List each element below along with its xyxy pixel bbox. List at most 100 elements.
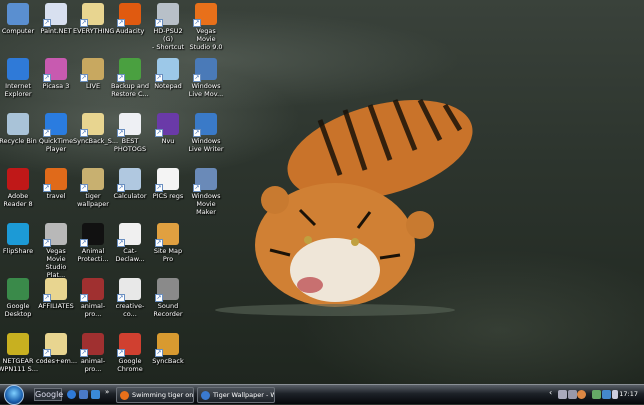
- tray-expand-button[interactable]: ‹: [549, 388, 552, 397]
- shortcut-arrow-icon: ↗: [117, 349, 125, 357]
- desktop-icon-netgear-wpn111-s[interactable]: NETGEAR WPN111 S...: [0, 333, 38, 373]
- shortcut-arrow-icon: ↗: [117, 74, 125, 82]
- desktop-icon-recycle-bin[interactable]: Recycle Bin: [0, 113, 38, 145]
- desktop-icon-windows-live-writer[interactable]: ↗ Windows Live Writer: [186, 113, 226, 153]
- google-chrome-icon: ↗: [117, 333, 141, 357]
- desktop-icon-label: Windows Live Writer: [188, 137, 224, 153]
- google-desktop-icon: [7, 278, 29, 300]
- desktop-icon-windows-movie-maker[interactable]: ↗ Windows Movie Maker: [186, 168, 226, 216]
- taskbar-button-swimming-tiger[interactable]: Swimming tiger on ...: [116, 387, 194, 403]
- shortcut-arrow-icon: ↗: [117, 129, 125, 137]
- desktop-icon-google-chrome[interactable]: ↗ Google Chrome: [110, 333, 150, 373]
- shortcut-arrow-icon: ↗: [193, 129, 201, 137]
- quicklaunch-overflow[interactable]: »: [105, 388, 109, 396]
- tray-app-icon[interactable]: [568, 390, 577, 399]
- shortcut-arrow-icon: ↗: [43, 129, 51, 137]
- taskbar: Google » Swimming tiger on ... Tiger Wal…: [0, 384, 644, 405]
- shortcut-arrow-icon: ↗: [117, 19, 125, 27]
- desktop-icon-syncback[interactable]: ↗ SyncBack: [148, 333, 188, 365]
- internet-explorer-icon: [7, 58, 29, 80]
- hd-psu2-g-shortcut-icon: ↗: [155, 3, 179, 27]
- desktop-icon-label: FlipShare: [2, 247, 34, 255]
- desktop-icon-label: Backup and Restore C...: [110, 82, 150, 98]
- google-search-toolbar[interactable]: Google: [34, 388, 63, 401]
- desktop-icon-audacity[interactable]: ↗ Audacity: [110, 3, 150, 35]
- switch-windows-icon[interactable]: [91, 390, 100, 399]
- tray-chrome-icon[interactable]: [577, 390, 586, 399]
- firefox-icon: [120, 391, 129, 400]
- desktop-icon-label: BEST PHOTOGS: [113, 137, 147, 153]
- desktop-icon-affiliates[interactable]: ↗ AFFILIATES: [36, 278, 76, 310]
- quicktime-player-icon: ↗: [43, 113, 67, 137]
- desktop-icon-label: EVERYTHING: [73, 27, 115, 35]
- tray-app-icon[interactable]: [558, 390, 567, 399]
- creative-co-icon: ↗: [117, 278, 141, 302]
- desktop-icon-label: QuickTime Player: [38, 137, 74, 153]
- desktop-icon-hd-psu2-g-shortcut[interactable]: ↗ HD-PSU2 (G) - Shortcut: [148, 3, 188, 51]
- desktop-icon-label: Picasa 3: [42, 82, 70, 90]
- desktop-icon-pics-regs[interactable]: ↗ PICS regs: [148, 168, 188, 200]
- system-tray: ‹ 17:17: [544, 385, 644, 405]
- desktop-icon-syncback-s[interactable]: ↗ SyncBack_S...: [73, 113, 118, 145]
- desktop-icon-adobe-reader-8[interactable]: Adobe Reader 8: [0, 168, 38, 208]
- travel-icon: ↗: [43, 168, 67, 192]
- shortcut-arrow-icon: ↗: [80, 239, 88, 247]
- show-desktop-icon[interactable]: [79, 390, 88, 399]
- desktop-icon-windows-live-mov[interactable]: ↗ Windows Live Mov...: [186, 58, 226, 98]
- desktop-icon-internet-explorer[interactable]: Internet Explorer: [0, 58, 38, 98]
- desktop-icon-travel[interactable]: ↗ travel: [36, 168, 76, 200]
- desktop-icon-label: Nvu: [161, 137, 175, 145]
- desktop-icon-animal-pro[interactable]: ↗ animal-pro...: [73, 333, 113, 373]
- desktop-icon-computer[interactable]: Computer: [0, 3, 38, 35]
- desktop-icon-animal-pro[interactable]: ↗ animal-pro...: [73, 278, 113, 318]
- paint-net-icon: ↗: [43, 3, 67, 27]
- desktop-icon-creative-co[interactable]: ↗ creative-co...: [110, 278, 150, 318]
- tiger-wallpaper-icon: ↗: [80, 168, 104, 192]
- desktop-icon-backup-and-restore-c[interactable]: ↗ Backup and Restore C...: [110, 58, 150, 98]
- desktop-icon-google-desktop[interactable]: Google Desktop: [0, 278, 38, 318]
- taskbar-button-tiger-wallpaper[interactable]: Tiger Wallpaper - W...: [197, 387, 275, 403]
- desktop-icon-nvu[interactable]: ↗ Nvu: [148, 113, 188, 145]
- desktop-icon-best-photogs[interactable]: ↗ BEST PHOTOGS: [110, 113, 150, 153]
- desktop-icon-quicktime-player[interactable]: ↗ QuickTime Player: [36, 113, 76, 153]
- desktop-icon-tiger-wallpaper[interactable]: ↗ tiger wallpaper: [73, 168, 113, 208]
- shortcut-arrow-icon: ↗: [80, 184, 88, 192]
- internet-explorer-quicklaunch-icon[interactable]: [67, 390, 76, 399]
- desktop-icon-vegas-movie-studio-9-0[interactable]: ↗ Vegas Movie Studio 9.0: [186, 3, 226, 51]
- desktop-icon-cat-declaw[interactable]: ↗ Cat-Declaw...: [110, 223, 150, 263]
- calculator-icon: ↗: [117, 168, 141, 192]
- desktop-icon-label: Google Chrome: [117, 357, 143, 373]
- desktop-icon-sound-recorder[interactable]: ↗ Sound Recorder: [148, 278, 188, 318]
- desktop-icon-live[interactable]: ↗ LIVE: [73, 58, 113, 90]
- desktop-icon-label: Audacity: [115, 27, 145, 35]
- shortcut-arrow-icon: ↗: [155, 294, 163, 302]
- desktop-icon-everything[interactable]: ↗ EVERYTHING: [73, 3, 115, 35]
- notepad-icon: ↗: [155, 58, 179, 82]
- shortcut-arrow-icon: ↗: [155, 74, 163, 82]
- start-button[interactable]: [4, 385, 24, 405]
- desktop-icon-label: NETGEAR WPN111 S...: [0, 357, 39, 373]
- desktop-icon-notepad[interactable]: ↗ Notepad: [148, 58, 188, 90]
- desktop-icon-label: Vegas Movie Studio 9.0: [189, 27, 223, 51]
- shortcut-arrow-icon: ↗: [43, 184, 51, 192]
- backup-and-restore-c-icon: ↗: [117, 58, 141, 82]
- network-icon[interactable]: [602, 390, 611, 399]
- desktop-icon-label: Windows Movie Maker: [191, 192, 221, 216]
- desktop-icon-picasa-3[interactable]: ↗ Picasa 3: [36, 58, 76, 90]
- desktop-icon-label: PICS regs: [152, 192, 184, 200]
- desktop-icon-label: Adobe Reader 8: [3, 192, 33, 208]
- tray-power-icon[interactable]: [592, 390, 601, 399]
- desktop-icon-flipshare[interactable]: FlipShare: [0, 223, 38, 255]
- desktop-icon-paint-net[interactable]: ↗ Paint.NET: [36, 3, 76, 35]
- desktop-icon-label: Internet Explorer: [4, 82, 32, 98]
- vegas-movie-studio-plat-icon: ↗: [43, 223, 67, 247]
- desktop-icon-codes-em[interactable]: ↗ codes+em...: [36, 333, 77, 365]
- desktop-icon-site-map-pro[interactable]: ↗ Site Map Pro: [148, 223, 188, 263]
- desktop-icon-vegas-movie-studio-plat[interactable]: ↗ Vegas Movie Studio Plat...: [36, 223, 76, 279]
- volume-icon[interactable]: [612, 390, 618, 399]
- desktop-icon-animal-protecti[interactable]: ↗ Animal Protecti...: [73, 223, 113, 263]
- site-map-pro-icon: ↗: [155, 223, 179, 247]
- desktop[interactable]: Computer Internet Explorer Recycle Bin Adob…: [0, 0, 644, 384]
- clock[interactable]: 17:17: [619, 390, 638, 398]
- desktop-icon-calculator[interactable]: ↗ Calculator: [110, 168, 150, 200]
